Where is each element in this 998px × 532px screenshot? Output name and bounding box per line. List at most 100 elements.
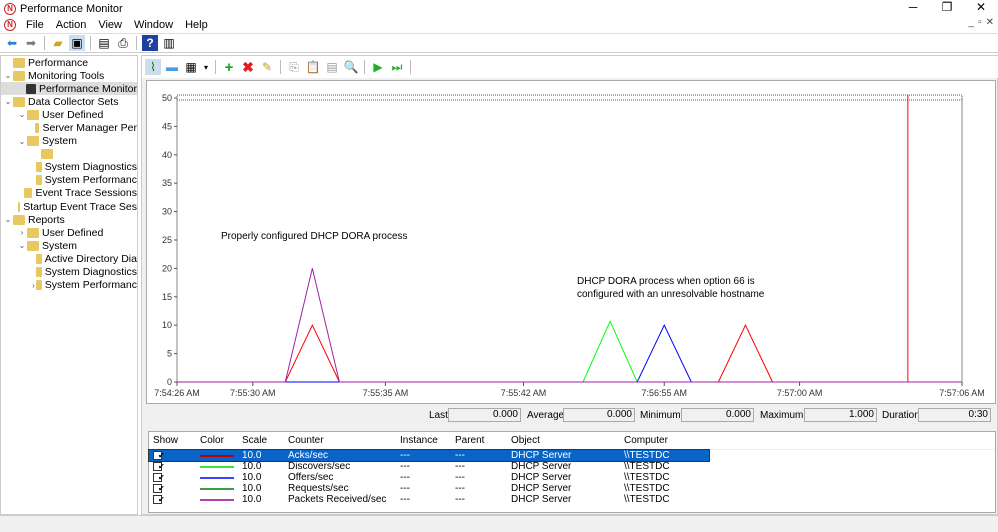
expand-icon[interactable]: ⌄: [3, 71, 13, 80]
unfreeze-display-icon[interactable]: ▶: [370, 59, 386, 75]
tree-node[interactable]: ⌄ User Defined: [1, 108, 137, 121]
tree-node[interactable]: ⌄ Reports: [1, 213, 137, 226]
col-counter[interactable]: Counter: [284, 435, 396, 446]
tree-node[interactable]: Server Manager Per: [1, 121, 137, 134]
mdi-minimize-icon[interactable]: _: [969, 17, 975, 28]
tree-node[interactable]: › System Performanc: [1, 279, 137, 292]
menu-window[interactable]: Window: [128, 19, 179, 31]
graph-type-dropdown-icon[interactable]: ▾: [202, 59, 210, 75]
tree-node-label: System: [42, 135, 78, 148]
highlight-icon[interactable]: ✎: [259, 59, 275, 75]
delete-counter-icon[interactable]: ✖: [240, 59, 256, 75]
title-bar: N Performance Monitor ─ ❐ ✕: [0, 0, 998, 17]
tree-node[interactable]: System Diagnostics: [1, 266, 137, 279]
minimum-label: Minimum: [640, 410, 681, 421]
view-graph-icon[interactable]: ⌇: [145, 59, 161, 75]
menu-help[interactable]: Help: [179, 19, 214, 31]
computer-cell: \\TESTDC: [624, 450, 670, 461]
menu-file[interactable]: File: [20, 19, 50, 31]
table-row[interactable]: ✔ 10.0 Acks/sec --- --- DHCP Server \\TE…: [148, 449, 710, 462]
update-data-icon[interactable]: ⏭: [389, 59, 405, 75]
status-bar: [0, 515, 998, 532]
mdi-restore-icon[interactable]: ▫: [978, 17, 982, 28]
mdi-close-icon[interactable]: ✕: [986, 17, 994, 28]
tree-node[interactable]: System Performanc: [1, 174, 137, 187]
paste-counter-list-icon[interactable]: 📋: [305, 59, 321, 75]
properties-icon[interactable]: ▤: [324, 59, 340, 75]
computer-cell: \\TESTDC: [624, 494, 670, 505]
col-scale[interactable]: Scale: [238, 435, 284, 446]
y-tick-label: 30: [162, 207, 172, 217]
scale-cell: 10.0: [242, 483, 262, 494]
table-row[interactable]: ✔ 10.0 Packets Received/sec --- --- DHCP…: [149, 494, 709, 505]
expand-icon[interactable]: ›: [17, 228, 27, 237]
restore-button[interactable]: ❐: [930, 0, 964, 14]
expand-icon[interactable]: ⌄: [3, 215, 13, 224]
x-tick-label: 7:55:35 AM: [363, 388, 409, 398]
table-row[interactable]: ✔ 10.0 Discovers/sec --- --- DHCP Server…: [149, 461, 709, 472]
col-parent[interactable]: Parent: [451, 435, 507, 446]
tree-node[interactable]: Performance Monitor: [1, 82, 137, 96]
expand-icon[interactable]: ⌄: [17, 110, 27, 119]
instance-cell: ---: [400, 494, 410, 505]
app-menu-icon[interactable]: N: [4, 18, 16, 31]
show-checkbox[interactable]: ✔: [153, 495, 165, 504]
back-icon[interactable]: ⬅: [4, 35, 20, 51]
close-button[interactable]: ✕: [964, 0, 998, 14]
expand-icon[interactable]: ⌄: [3, 97, 13, 106]
col-instance[interactable]: Instance: [396, 435, 451, 446]
show-action-pane-icon[interactable]: ▥: [161, 35, 177, 51]
y-tick-label: 40: [162, 150, 172, 160]
minimize-button[interactable]: ─: [896, 0, 930, 14]
show-checkbox[interactable]: ✔: [153, 451, 165, 460]
properties-icon[interactable]: ▤: [96, 35, 112, 51]
x-tick-label: 7:55:30 AM: [230, 388, 276, 398]
x-tick-label: 7:55:42 AM: [501, 388, 547, 398]
table-header: Show Color Scale Counter Instance Parent…: [149, 432, 995, 450]
tree-node[interactable]: ⌄ Data Collector Sets: [1, 95, 137, 108]
table-row[interactable]: ✔ 10.0 Requests/sec --- --- DHCP Server …: [149, 483, 709, 494]
show-hide-tree-icon[interactable]: ▣: [69, 35, 85, 51]
x-tick-label: 7:56:55 AM: [641, 388, 687, 398]
view-log-data-icon[interactable]: ▬: [164, 59, 180, 75]
show-checkbox[interactable]: ✔: [153, 462, 165, 471]
menu-action[interactable]: Action: [50, 19, 93, 31]
show-checkbox[interactable]: ✔: [153, 473, 165, 482]
tree-node[interactable]: ⌄ System: [1, 135, 137, 148]
tree-node[interactable]: ⌄ System: [1, 239, 137, 252]
copy-properties-icon[interactable]: ⎘: [286, 59, 302, 75]
forward-icon[interactable]: ➡: [23, 35, 39, 51]
tree-node[interactable]: ⌄ Monitoring Tools: [1, 69, 137, 82]
col-color[interactable]: Color: [196, 435, 238, 446]
tree-node[interactable]: System Diagnostics: [1, 161, 137, 174]
chart-svg: 0 5 10 15 20 25 30 35 40 45 50 7:54:26 AM 7:55:30 AM…: [154, 93, 985, 398]
change-graph-type-icon[interactable]: ▦: [183, 59, 199, 75]
zoom-icon[interactable]: 🔍: [343, 59, 359, 75]
color-swatch: [200, 487, 234, 490]
expand-icon[interactable]: ⌄: [17, 241, 27, 250]
col-object[interactable]: Object: [507, 435, 620, 446]
folder-icon: [27, 240, 39, 251]
col-computer[interactable]: Computer: [620, 435, 708, 446]
show-checkbox[interactable]: ✔: [153, 484, 165, 493]
help-icon[interactable]: ?: [142, 35, 158, 51]
object-cell: DHCP Server: [511, 494, 572, 505]
tree-node[interactable]: Event Trace Sessions: [1, 187, 137, 200]
add-counter-icon[interactable]: +: [221, 59, 237, 76]
up-folder-icon[interactable]: ▰: [50, 35, 66, 51]
tree-node-label: Reports: [28, 213, 65, 226]
tree-node[interactable]: Startup Event Trace Ses: [1, 200, 137, 213]
table-row[interactable]: ✔ 10.0 Offers/sec --- --- DHCP Server \\…: [149, 472, 709, 483]
print-icon[interactable]: ⎙: [115, 35, 131, 51]
folder-icon: [41, 149, 53, 160]
last-value: 0.000: [448, 408, 521, 422]
tree-node[interactable]: Performance: [1, 56, 137, 69]
expand-icon[interactable]: ⌄: [17, 137, 27, 146]
col-show[interactable]: Show: [149, 435, 196, 446]
tree-node[interactable]: › User Defined: [1, 226, 137, 239]
tree-node[interactable]: Active Directory Dia: [1, 252, 137, 265]
statistics-bar: Last 0.000 Average 0.000 Minimum 0.000 M…: [142, 408, 998, 424]
folder-icon: [27, 109, 39, 120]
tree-node[interactable]: [1, 148, 137, 161]
menu-view[interactable]: View: [92, 19, 128, 31]
